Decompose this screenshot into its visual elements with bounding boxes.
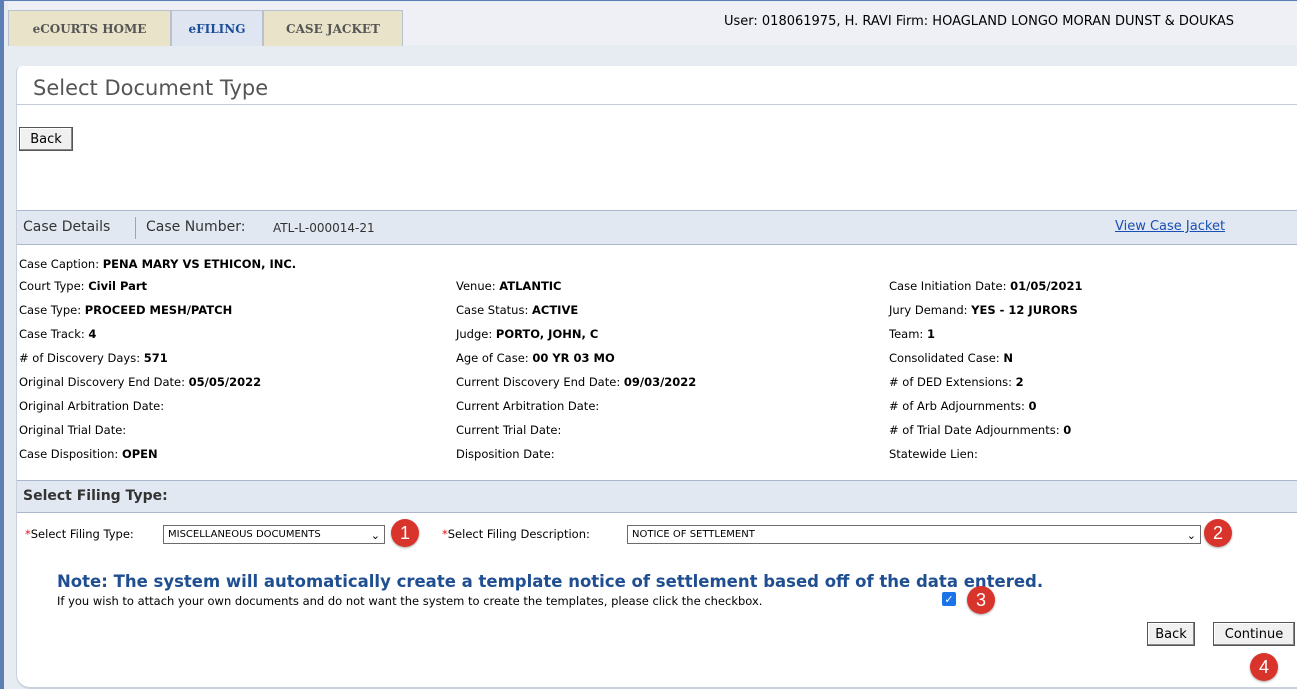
jury-demand: Jury Demand: YES - 12 JURORS [889, 303, 1078, 317]
filing-type-select[interactable]: MISCELLANEOUS DOCUMENTS ⌄ [163, 525, 385, 544]
consolidated-case: Consolidated Case: N [889, 351, 1013, 365]
top-nav-bar: eCOURTS HOME eFILING CASE JACKET User: 0… [8, 2, 1297, 46]
current-arbitration-date: Current Arbitration Date: [456, 399, 600, 413]
filing-description-select[interactable]: NOTICE OF SETTLEMENT ⌄ [627, 525, 1201, 544]
original-trial-date: Original Trial Date: [19, 423, 127, 437]
case-number-label: Case Number: [146, 219, 246, 235]
case-caption: Case Caption: PENA MARY VS ETHICON, INC. [19, 257, 297, 271]
callout-badge-1: 1 [391, 519, 419, 547]
note-title: Note: The system will automatically crea… [57, 572, 1044, 591]
original-discovery-end: Original Discovery End Date: 05/05/2022 [19, 375, 262, 389]
back-button-bottom[interactable]: Back [1147, 622, 1195, 646]
callout-badge-4: 4 [1250, 653, 1278, 681]
case-details-label: Case Details [23, 219, 111, 235]
court-type: Court Type: Civil Part [19, 279, 148, 293]
tab-ecourts-home[interactable]: eCOURTS HOME [8, 10, 171, 46]
current-trial-date: Current Trial Date: [456, 423, 562, 437]
user-info: User: 018061975, H. RAVI Firm: HOAGLAND … [724, 14, 1235, 29]
ded-extensions: # of DED Extensions: 2 [889, 375, 1024, 389]
trial-date-adjournments: # of Trial Date Adjournments: 0 [889, 423, 1072, 437]
chevron-down-icon: ⌄ [370, 529, 380, 542]
judge: Judge: PORTO, JOHN, C [456, 327, 599, 341]
discovery-days: # of Discovery Days: 571 [19, 351, 168, 365]
filing-type-label: *Select Filing Type: [25, 527, 134, 541]
filing-description-label: *Select Filing Description: [442, 527, 590, 541]
own-documents-checkbox[interactable]: ✓ [942, 592, 956, 606]
main-card: Select Document Type Back Case Details C… [16, 66, 1297, 689]
chevron-down-icon: ⌄ [1186, 529, 1196, 542]
team: Team: 1 [889, 327, 935, 341]
continue-button[interactable]: Continue [1213, 622, 1295, 646]
case-track: Case Track: 4 [19, 327, 97, 341]
case-initiation-date: Case Initiation Date: 01/05/2021 [889, 279, 1083, 293]
filing-type-bar: Select Filing Type: [17, 480, 1297, 513]
case-bar-separator [135, 217, 136, 239]
callout-badge-3: 3 [967, 586, 995, 614]
note-text: If you wish to attach your own documents… [57, 594, 763, 608]
checkmark-icon: ✓ [944, 592, 954, 606]
tab-case-jacket[interactable]: CASE JACKET [263, 10, 403, 46]
callout-badge-2: 2 [1204, 519, 1232, 547]
title-divider [17, 104, 1297, 105]
age-of-case: Age of Case: 00 YR 03 MO [456, 351, 615, 365]
case-disposition: Case Disposition: OPEN [19, 447, 158, 461]
page-title: Select Document Type [33, 76, 269, 100]
back-button-top[interactable]: Back [19, 127, 73, 151]
disposition-date: Disposition Date: [456, 447, 555, 461]
filing-type-value: MISCELLANEOUS DOCUMENTS [168, 529, 321, 540]
case-type: Case Type: PROCEED MESH/PATCH [19, 303, 233, 317]
filing-section-label: Select Filing Type: [23, 488, 168, 504]
arb-adjournments: # of Arb Adjournments: 0 [889, 399, 1037, 413]
case-status: Case Status: ACTIVE [456, 303, 579, 317]
tab-efiling[interactable]: eFILING [171, 10, 263, 46]
current-discovery-end: Current Discovery End Date: 09/03/2022 [456, 375, 697, 389]
case-details-bar: Case Details Case Number: ATL-L-000014-2… [17, 210, 1297, 245]
original-arbitration-date: Original Arbitration Date: [19, 399, 165, 413]
filing-description-value: NOTICE OF SETTLEMENT [632, 529, 755, 540]
statewide-lien: Statewide Lien: [889, 447, 978, 461]
case-number-value: ATL-L-000014-21 [273, 221, 375, 235]
venue: Venue: ATLANTIC [456, 279, 562, 293]
view-case-jacket-link[interactable]: View Case Jacket [1115, 219, 1225, 234]
